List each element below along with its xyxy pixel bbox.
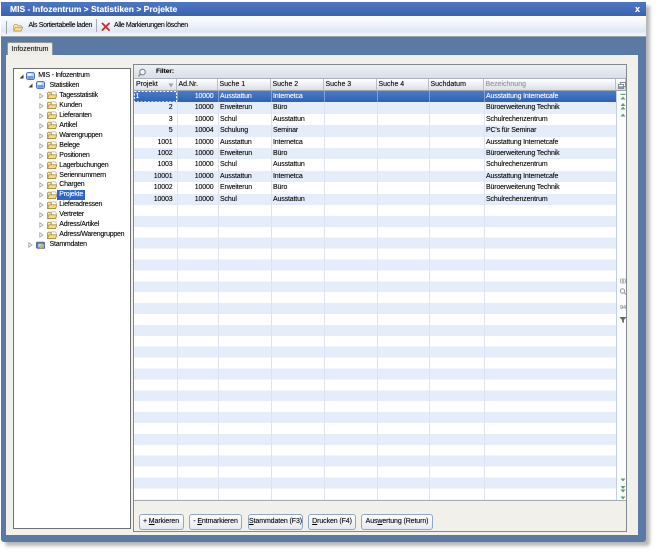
svg-text:(||): (||)	[619, 279, 626, 285]
svg-text:94: 94	[619, 305, 625, 311]
